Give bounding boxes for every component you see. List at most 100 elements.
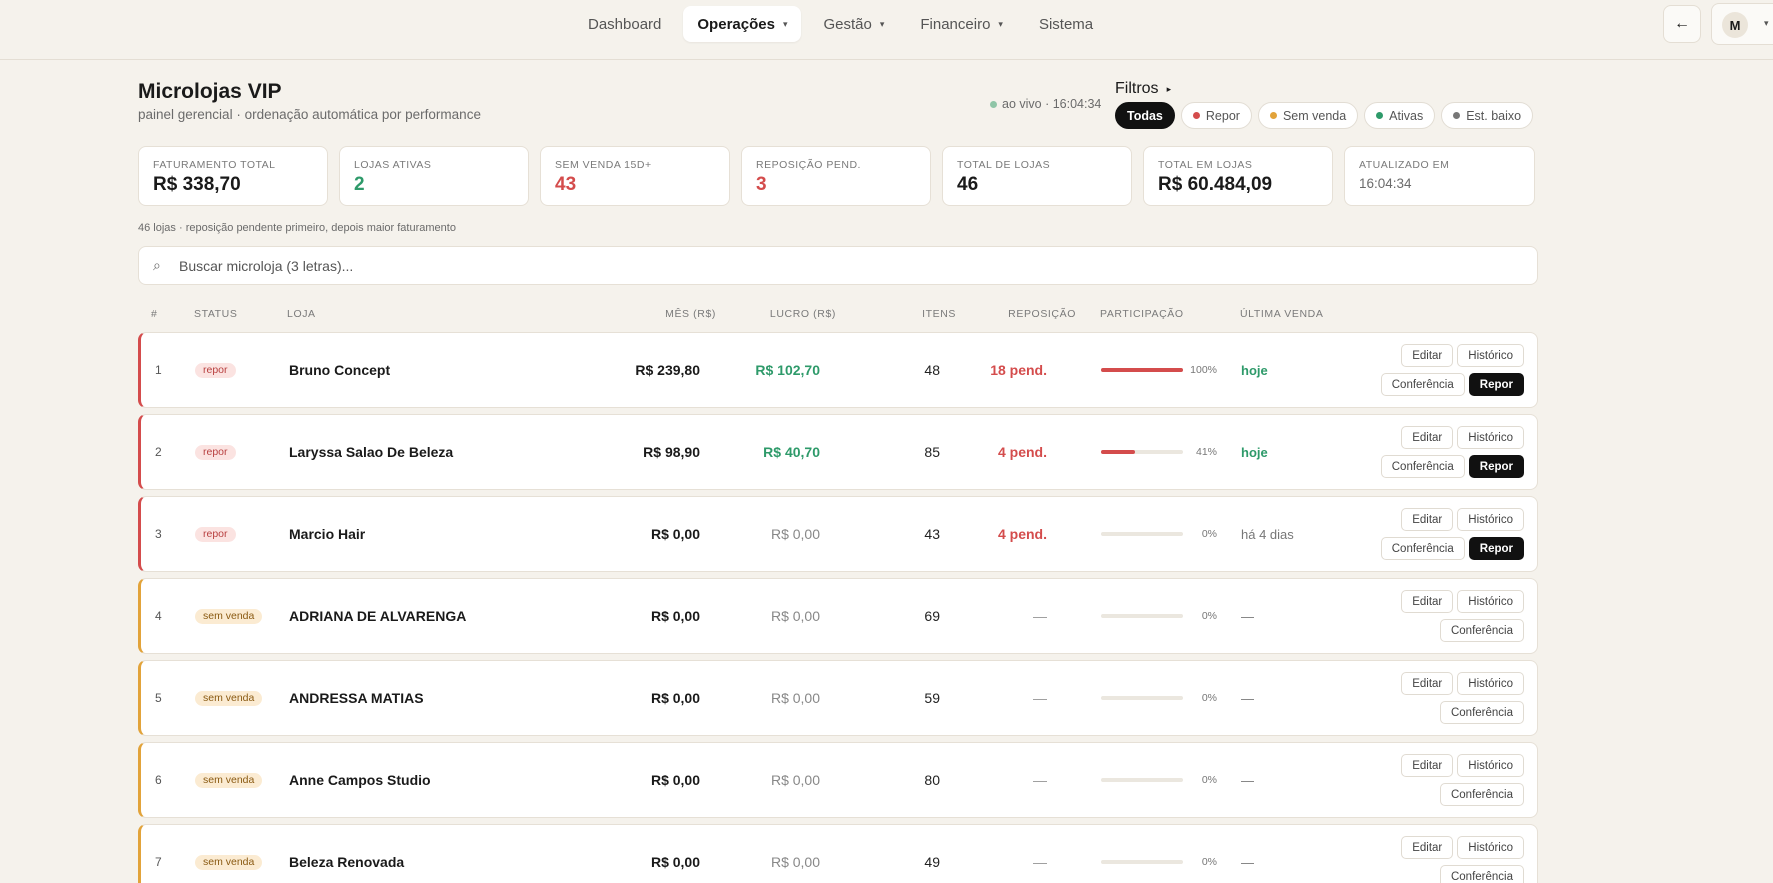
store-name[interactable]: ANDRESSA MATIAS (289, 661, 424, 735)
edit-button[interactable]: Editar (1401, 672, 1454, 695)
store-name[interactable]: Laryssa Salao De Beleza (289, 415, 453, 489)
history-button[interactable]: Histórico (1457, 590, 1524, 613)
replenish-button[interactable]: Repor (1468, 537, 1524, 560)
participation: 0% (1101, 579, 1217, 653)
store-name[interactable]: Beleza Renovada (289, 825, 404, 883)
history-button[interactable]: Histórico (1457, 426, 1524, 449)
replenish-button[interactable]: Repor (1468, 373, 1524, 396)
last-sale: — (1241, 608, 1254, 624)
edit-button[interactable]: Editar (1401, 590, 1454, 613)
back-button[interactable]: ← (1663, 5, 1701, 43)
edit-button[interactable]: Editar (1401, 344, 1454, 367)
conference-button[interactable]: Conferência (1439, 865, 1524, 883)
search-box: ⌕ (138, 246, 1538, 285)
stat-card: TOTAL DE LOJAS 46 (942, 146, 1132, 206)
status-cell: sem venda (195, 743, 263, 817)
nav-item-label: Dashboard (588, 15, 662, 33)
col-header-loja[interactable]: LOJA (287, 308, 316, 320)
stats-row: FATURAMENTO TOTAL R$ 338,70 LOJAS ATIVAS 2 S… (138, 146, 1535, 206)
items-count: 43 (924, 526, 940, 542)
filter-chip-est-baixo[interactable]: Est. baixo (1441, 102, 1534, 129)
conference-button[interactable]: Conferência (1439, 783, 1524, 806)
actions-line: Conferência (1439, 701, 1524, 724)
nav-item-gestao[interactable]: Gestão ▾ (809, 6, 898, 42)
history-button[interactable]: Histórico (1457, 508, 1524, 531)
nav-item-dashboard[interactable]: Dashboard (574, 6, 675, 42)
stat-card: TOTAL EM LOJAS R$ 60.484,09 (1143, 146, 1333, 206)
stat-value: R$ 338,70 (153, 174, 241, 195)
filter-chip-todas[interactable]: Todas (1115, 102, 1175, 129)
col-header-mes[interactable]: MÊS (R$) (560, 308, 716, 320)
participation-bar (1101, 614, 1183, 618)
chevron-down-icon: ▾ (879, 18, 885, 29)
conference-button[interactable]: Conferência (1439, 619, 1524, 642)
row-actions: Editar Histórico Conferência Repor (1380, 508, 1524, 560)
participation-bar (1101, 696, 1183, 700)
history-button[interactable]: Histórico (1457, 672, 1524, 695)
store-name[interactable]: Bruno Concept (289, 333, 390, 407)
participation-bar (1101, 368, 1183, 372)
participation: 0% (1101, 825, 1217, 883)
live-status: ao vivo · 16:04:34 (990, 97, 1101, 111)
filter-chip-sem-venda[interactable]: Sem venda (1257, 102, 1359, 129)
stat-card: ATUALIZADO EM 16:04:34 (1344, 146, 1535, 206)
col-header-ultima-venda[interactable]: ÚLTIMA VENDA (1240, 308, 1323, 320)
last-sale: — (1241, 690, 1254, 706)
row-number: 3 (155, 527, 162, 541)
store-name[interactable]: Anne Campos Studio (289, 743, 431, 817)
col-header-itens[interactable]: ITENS (840, 308, 956, 320)
col-header-participacao[interactable]: PARTICIPAÇÃO (1100, 308, 1184, 320)
edit-button[interactable]: Editar (1401, 836, 1454, 859)
actions-line: Editar Histórico (1401, 344, 1524, 367)
replenishment-status: 4 pend. (997, 526, 1047, 542)
edit-button[interactable]: Editar (1401, 754, 1454, 777)
history-button[interactable]: Histórico (1457, 836, 1524, 859)
nav-item-operacoes[interactable]: Operações ▾ (683, 6, 802, 42)
stat-label: SEM VENDA 15D+ (555, 159, 652, 171)
actions-line: Conferência Repor (1380, 537, 1524, 560)
filter-chip-ativas[interactable]: Ativas (1364, 102, 1436, 129)
actions-line: Editar Histórico (1401, 426, 1524, 449)
history-button[interactable]: Histórico (1457, 754, 1524, 777)
conference-button[interactable]: Conferência (1380, 373, 1465, 396)
conference-button[interactable]: Conferência (1380, 537, 1465, 560)
actions-line: Conferência (1439, 865, 1524, 883)
actions-line: Editar Histórico (1401, 590, 1524, 613)
status-dot-icon (1192, 112, 1200, 119)
status-dot-icon (1269, 112, 1277, 119)
filter-chip-repor[interactable]: Repor (1180, 102, 1252, 129)
filter-chip-label: Todas (1127, 108, 1163, 123)
conference-button[interactable]: Conferência (1380, 455, 1465, 478)
status-badge: sem venda (195, 772, 263, 788)
stat-label: REPOSIÇÃO PEND. (756, 159, 861, 171)
items-count: 80 (924, 772, 940, 788)
status-badge: sem venda (195, 854, 263, 870)
user-menu[interactable]: M ▾ (1711, 3, 1773, 45)
store-name[interactable]: Marcio Hair (289, 497, 365, 571)
store-name[interactable]: ADRIANA DE ALVARENGA (289, 579, 466, 653)
actions-line: Editar Histórico (1401, 754, 1524, 777)
nav-item-sistema[interactable]: Sistema (1025, 6, 1107, 42)
stat-card: LOJAS ATIVAS 2 (339, 146, 529, 206)
edit-button[interactable]: Editar (1401, 426, 1454, 449)
history-button[interactable]: Histórico (1457, 344, 1524, 367)
edit-button[interactable]: Editar (1401, 508, 1454, 531)
row-number: 4 (155, 609, 162, 623)
stat-value: 2 (354, 174, 365, 195)
replenish-button[interactable]: Repor (1468, 455, 1524, 478)
conference-button[interactable]: Conferência (1439, 701, 1524, 724)
replenishment-status: — (1033, 608, 1047, 624)
items-count: 59 (924, 690, 940, 706)
col-header-status: STATUS (194, 308, 238, 320)
live-dot-icon (990, 100, 997, 108)
filter-chip-label: Ativas (1389, 108, 1424, 123)
col-header-lucro[interactable]: LUCRO (R$) (700, 308, 836, 320)
nav-item-financeiro[interactable]: Financeiro ▾ (906, 6, 1017, 42)
filter-chip-label: Sem venda (1282, 108, 1347, 123)
nav-item-label: Gestão (823, 15, 872, 33)
status-dot-icon (1376, 112, 1384, 119)
month-revenue: R$ 0,00 (650, 854, 700, 870)
filters-toggle[interactable]: Filtros ▸ (1115, 80, 1171, 98)
col-header-reposicao[interactable]: REPOSIÇÃO (960, 308, 1076, 320)
search-input[interactable] (179, 247, 1519, 284)
